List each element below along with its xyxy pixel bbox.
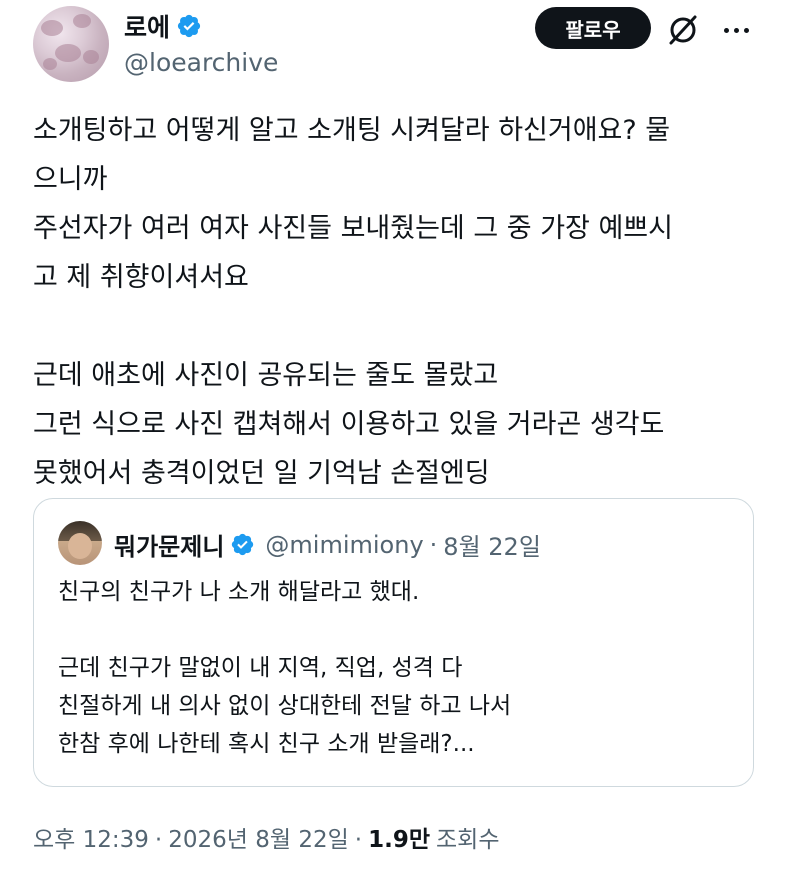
more-dot [743, 27, 749, 33]
author-handle[interactable]: @loearchive [124, 48, 278, 77]
author-display-name[interactable]: 로에 [124, 8, 170, 44]
tweet-date[interactable]: 2026년 8월 22일 [168, 820, 349, 854]
grok-icon[interactable] [665, 12, 701, 48]
verified-badge-icon [232, 533, 254, 556]
separator-dot: · [429, 530, 438, 559]
views-label: 조회수 [436, 827, 500, 853]
tweet-line [33, 302, 763, 351]
tweet-line: 소개팅하고 어떻게 알고 소개팅 시켜달라 하신거애요? 물 [33, 115, 671, 146]
views-count[interactable]: 1.9만 [368, 820, 430, 854]
quoted-tweet-date[interactable]: 8월 22일 [443, 527, 541, 562]
tweet-line: 으니까 [33, 164, 108, 195]
more-dot [733, 27, 739, 33]
verified-badge-icon [177, 14, 201, 38]
tweet-line: 근데 애초에 사진이 공유되는 줄도 몰랐고 [33, 360, 499, 391]
avatar-face [68, 533, 92, 559]
more-dot [723, 27, 729, 33]
quoted-line [58, 611, 738, 649]
author-avatar[interactable] [33, 6, 109, 82]
quoted-line: 근데 친구가 말없이 내 지역, 직업, 성격 다 [58, 655, 463, 681]
more-icon[interactable] [716, 12, 756, 48]
follow-button[interactable]: 팔로우 [535, 7, 651, 49]
quoted-author-handle[interactable]: @mimimiony [265, 531, 423, 559]
quoted-tweet-text: 친구의 친구가 나 소개 해달라고 했대. 근데 친구가 말없이 내 지역, 직… [58, 573, 738, 763]
quoted-tweet-card[interactable]: 뭐가문제니 @mimimiony · 8월 22일 친구의 친구가 나 소개 해… [33, 498, 754, 787]
separator-dot: · [354, 827, 363, 853]
tweet-time[interactable]: 오후 12:39 [33, 820, 149, 854]
quoted-author-avatar[interactable] [58, 521, 102, 565]
quoted-line: 친구의 친구가 나 소개 해달라고 했대. [58, 579, 420, 605]
quoted-line: 한참 후에 나한테 혹시 친구 소개 받을래?... [58, 731, 475, 757]
tweet-meta: 오후 12:39 · 2026년 8월 22일 · 1.9만 조회수 [33, 820, 499, 854]
quoted-line: 친절하게 내 의사 없이 상대한테 전달 하고 나서 [58, 693, 512, 719]
quoted-tweet-header: 뭐가문제니 @mimimiony · 8월 22일 [114, 527, 541, 562]
quoted-author-display-name[interactable]: 뭐가문제니 [114, 527, 224, 562]
author-name-row[interactable]: 로에 [124, 8, 202, 44]
separator-dot: · [154, 827, 163, 853]
tweet-line: 그런 식으로 사진 캡쳐해서 이용하고 있을 거라곤 생각도 [33, 409, 665, 440]
tweet-line: 못했어서 충격이었던 일 기억남 손절엔딩 [33, 458, 490, 489]
tweet-page: 로에 @loearchive 팔로우 소개팅하고 어떻게 알고 소개팅 시켜달라… [0, 0, 786, 874]
tweet-line: 주선자가 여러 여자 사진들 보내줬는데 그 중 가장 예쁘시 [33, 213, 673, 244]
tweet-text: 소개팅하고 어떻게 알고 소개팅 시켜달라 하신거애요? 물 으니까 주선자가 … [33, 106, 763, 498]
tweet-line: 고 제 취향이셔서요 [33, 262, 249, 293]
